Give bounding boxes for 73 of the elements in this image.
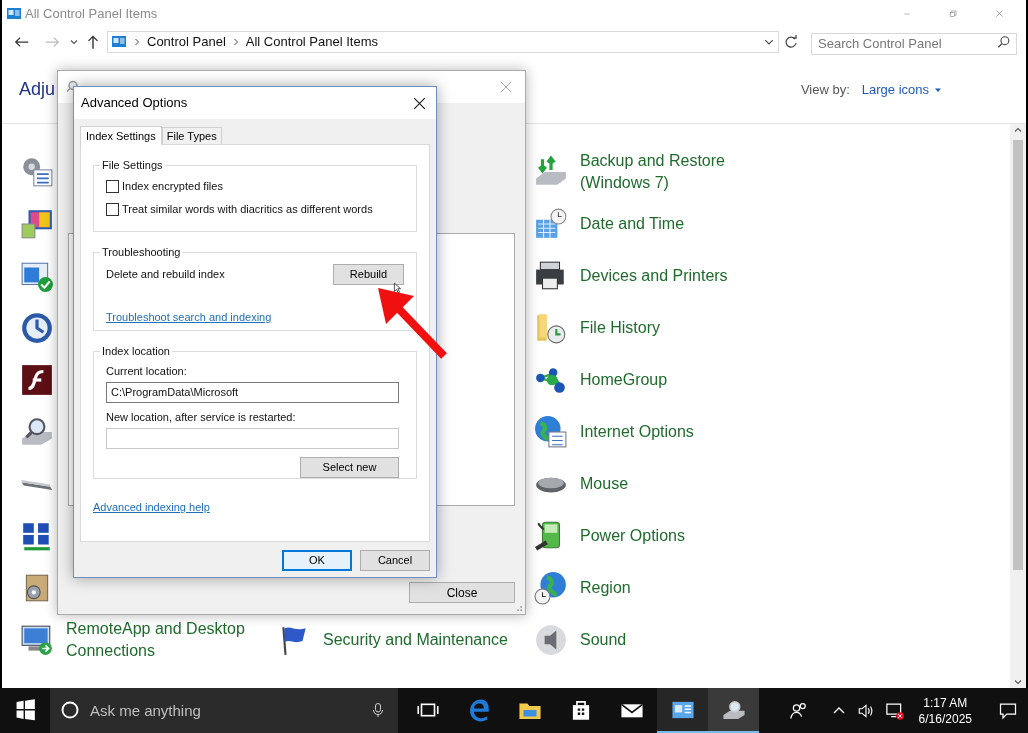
control-panel-item[interactable]: HomeGroup bbox=[580, 369, 668, 391]
calendar-clock-icon bbox=[534, 207, 568, 241]
control-panel-icon bbox=[111, 34, 127, 50]
checkbox-label: Index encrypted files bbox=[122, 179, 223, 195]
field-label: Current location: bbox=[106, 363, 188, 379]
refresh-icon[interactable] bbox=[783, 34, 799, 50]
rebuild-label: Delete and rebuild index bbox=[106, 266, 225, 282]
notifications-icon[interactable] bbox=[998, 700, 1018, 721]
dialog-title: Advanced Options bbox=[81, 94, 188, 113]
control-panel-item[interactable]: File History bbox=[580, 317, 660, 339]
checkbox-label: Treat similar words with diacritics as different words bbox=[122, 202, 373, 218]
group-label: Index location bbox=[101, 344, 171, 359]
control-panel-item[interactable]: RemoteApp and Desktop Connections bbox=[66, 618, 271, 662]
breadcrumb[interactable]: Control Panel bbox=[147, 32, 226, 52]
cortana-icon bbox=[60, 700, 80, 720]
taskbar-app-button[interactable] bbox=[708, 688, 759, 733]
checkbox[interactable] bbox=[106, 203, 119, 216]
page-heading: Adju bbox=[19, 78, 56, 101]
search-field[interactable]: Ask me anything bbox=[50, 688, 398, 733]
breadcrumb[interactable]: All Control Panel Items bbox=[245, 32, 378, 52]
view-dropdown[interactable]: Large icons bbox=[861, 79, 942, 100]
help-link[interactable]: Advanced indexing help bbox=[93, 499, 210, 516]
control-panel-item[interactable]: Mouse bbox=[580, 473, 629, 495]
chevron-right-icon bbox=[231, 37, 240, 47]
clock[interactable]: 1:17 AM 6/16/2025 bbox=[914, 694, 976, 727]
checkbox[interactable] bbox=[106, 180, 119, 193]
scroll-thumb[interactable] bbox=[1013, 140, 1023, 570]
control-panel-item[interactable]: Power Options bbox=[580, 525, 685, 547]
address-bar[interactable]: Control Panel All Control Panel Items bbox=[107, 31, 779, 53]
flash-icon bbox=[20, 363, 54, 397]
tab[interactable]: File Types bbox=[161, 127, 222, 144]
view-by-label: View by: bbox=[800, 80, 850, 99]
control-panel-item[interactable]: Internet Options bbox=[580, 421, 694, 443]
troubleshoot-link[interactable]: Troubleshoot search and indexing bbox=[106, 308, 272, 325]
taskbar-app-button[interactable] bbox=[657, 688, 708, 733]
control-panel-item[interactable]: Region bbox=[580, 577, 631, 599]
network-error-icon[interactable] bbox=[884, 700, 905, 721]
rebuild-button[interactable]: Rebuild bbox=[333, 263, 404, 285]
group-label: File Settings bbox=[101, 158, 164, 173]
input-field[interactable] bbox=[106, 428, 399, 449]
control-panel-item[interactable]: Backup and Restore (Windows 7) bbox=[580, 150, 785, 194]
field-label: New location, after service is restarted: bbox=[106, 410, 297, 425]
control-panel-item[interactable]: Security and Maintenance bbox=[323, 629, 508, 651]
globe-clock-icon bbox=[534, 571, 568, 605]
monitor-arrow-icon bbox=[20, 623, 54, 657]
group-label: Troubleshooting bbox=[101, 245, 182, 260]
control-panel-item[interactable]: Sound bbox=[580, 629, 627, 651]
dialog-button[interactable]: Cancel bbox=[360, 550, 430, 571]
people-icon[interactable] bbox=[788, 700, 809, 721]
globe-list-icon bbox=[534, 415, 568, 449]
control-panel-icon bbox=[6, 6, 22, 22]
close-button[interactable]: Close bbox=[409, 582, 515, 603]
tab[interactable]: Index Settings bbox=[80, 126, 162, 145]
select-new-button[interactable]: Select new bbox=[300, 456, 399, 478]
gear-list-icon bbox=[20, 155, 54, 189]
folder-clock-icon bbox=[534, 311, 568, 345]
search-field[interactable]: Search Control Panel bbox=[811, 32, 1017, 55]
search-icon bbox=[997, 35, 1011, 49]
input-field[interactable]: C:\ProgramData\Microsoft bbox=[106, 381, 399, 403]
volume-icon[interactable] bbox=[856, 701, 875, 720]
chevron-right-icon bbox=[133, 37, 141, 47]
scrollbar[interactable] bbox=[1010, 124, 1026, 688]
microphone-icon bbox=[370, 700, 386, 720]
dial-icon bbox=[20, 311, 54, 345]
close-icon[interactable] bbox=[413, 96, 426, 110]
dialog-button[interactable]: OK bbox=[282, 550, 352, 571]
control-panel-item[interactable]: Devices and Printers bbox=[580, 265, 728, 287]
mouse-pointer-icon bbox=[393, 280, 404, 296]
monitor-color-icon bbox=[20, 207, 54, 241]
control-panel-item[interactable]: Date and Time bbox=[580, 213, 685, 235]
window-title: All Control Panel Items bbox=[25, 5, 158, 24]
keyboard-icon bbox=[20, 478, 54, 490]
speaker-icon bbox=[534, 623, 568, 657]
